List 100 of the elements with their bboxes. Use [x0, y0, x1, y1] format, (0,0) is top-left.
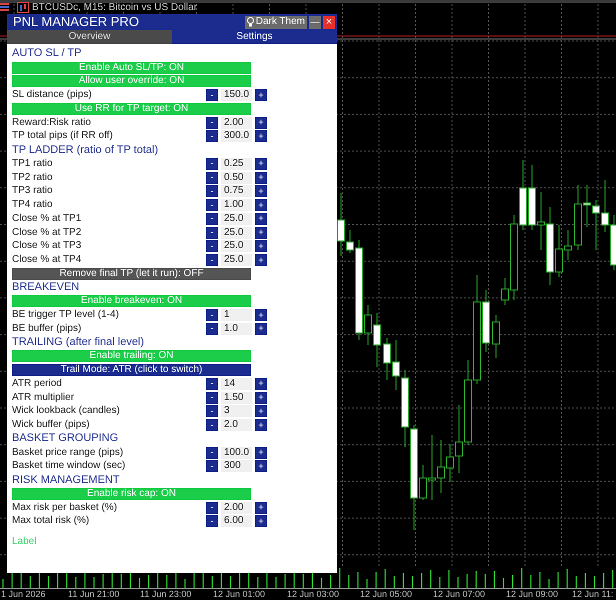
value-field[interactable]: 25.0 — [221, 212, 252, 225]
value-field[interactable]: 14 — [221, 378, 252, 390]
time-label: 12 Jun 07:00 — [433, 589, 486, 599]
decrement-button[interactable]: - — [206, 172, 218, 184]
increment-button[interactable]: + — [255, 130, 267, 142]
value-field[interactable]: 300 — [221, 460, 252, 472]
setting-label: TP3 ratio — [12, 185, 54, 198]
value-field[interactable]: 1.50 — [221, 392, 252, 404]
increment-button[interactable]: + — [255, 515, 267, 528]
theme-button[interactable]: Dark Them — [244, 16, 307, 28]
decrement-button[interactable]: - — [206, 158, 218, 170]
value-field[interactable]: 300.0 — [221, 130, 252, 142]
increment-button[interactable]: + — [255, 378, 267, 390]
increment-button[interactable]: + — [255, 254, 267, 266]
increment-button[interactable]: + — [255, 240, 267, 252]
increment-button[interactable]: + — [255, 172, 267, 184]
mode-button[interactable]: Trail Mode: ATR (click to switch) — [12, 364, 251, 376]
decrement-button[interactable]: - — [206, 309, 218, 322]
decrement-button[interactable]: - — [206, 130, 218, 142]
setting-label: Max risk per basket (%) — [12, 502, 118, 514]
setting-label: Close % at TP1 — [12, 212, 82, 225]
increment-button[interactable]: + — [255, 199, 267, 212]
section-heading: BREAKEVEN — [12, 281, 80, 294]
value-field[interactable]: 3 — [221, 405, 252, 418]
setting-label: Wick lookback (candles) — [12, 405, 121, 418]
section-heading: AUTO SL / TP — [12, 47, 82, 60]
time-label: 11 Jun 23:00 — [140, 589, 192, 599]
decrement-button[interactable]: - — [206, 322, 218, 335]
chart-icon[interactable] — [17, 2, 29, 13]
toggle-button[interactable]: Remove final TP (let it run): OFF — [12, 268, 251, 280]
value-field[interactable]: 1 — [221, 309, 252, 322]
setting-label: Reward:Risk ratio — [12, 116, 92, 129]
value-field[interactable]: 2.0 — [221, 419, 252, 432]
value-field[interactable]: 25.0 — [221, 240, 252, 252]
time-label: 12 Jun 09:00 — [506, 589, 558, 599]
value-field[interactable]: 0.75 — [221, 185, 252, 198]
decrement-button[interactable]: - — [206, 392, 218, 404]
section-heading: BASKET GROUPING — [12, 432, 118, 446]
decrement-button[interactable]: - — [206, 378, 218, 390]
setting-label: Close % at TP4 — [12, 254, 82, 266]
decrement-button[interactable]: - — [206, 446, 218, 459]
decrement-button[interactable]: - — [206, 212, 218, 225]
setting-label: TP total pips (if RR off) — [12, 130, 114, 142]
tab[interactable]: Overview — [7, 30, 172, 44]
decrement-button[interactable]: - — [206, 460, 218, 472]
increment-button[interactable]: + — [255, 392, 267, 404]
decrement-button[interactable]: - — [206, 89, 218, 102]
increment-button[interactable]: + — [255, 405, 267, 418]
section-heading: TP LADDER (ratio of TP total) — [12, 144, 158, 157]
menu-icon[interactable] — [0, 2, 9, 12]
bulb-icon — [246, 17, 254, 27]
decrement-button[interactable]: - — [206, 116, 218, 129]
increment-button[interactable]: + — [255, 419, 267, 432]
increment-button[interactable]: + — [255, 212, 267, 225]
section-heading: RISK MANAGEMENT — [12, 474, 120, 487]
decrement-button[interactable]: - — [206, 419, 218, 432]
increment-button[interactable]: + — [255, 460, 267, 472]
time-label: 12 Jun 03:00 — [287, 589, 340, 599]
decrement-button[interactable]: - — [206, 515, 218, 528]
setting-label: Close % at TP2 — [12, 226, 82, 239]
decrement-button[interactable]: - — [206, 240, 218, 252]
value-field[interactable]: 2.00 — [221, 116, 252, 129]
value-field[interactable]: 1.00 — [221, 199, 252, 212]
time-label: 1 Jun 2026 — [1, 589, 46, 599]
value-field[interactable]: 0.25 — [221, 158, 252, 170]
decrement-button[interactable]: - — [206, 405, 218, 418]
value-field[interactable]: 6.00 — [221, 515, 252, 528]
decrement-button[interactable]: - — [206, 226, 218, 239]
increment-button[interactable]: + — [255, 502, 267, 514]
minimize-button[interactable]: — — [309, 16, 321, 28]
value-field[interactable]: 150.0 — [221, 89, 252, 102]
increment-button[interactable]: + — [255, 158, 267, 170]
increment-button[interactable]: + — [255, 226, 267, 239]
increment-button[interactable]: + — [255, 116, 267, 129]
increment-button[interactable]: + — [255, 89, 267, 102]
decrement-button[interactable]: - — [206, 502, 218, 514]
value-field[interactable]: 2.00 — [221, 502, 252, 514]
value-field[interactable]: 25.0 — [221, 254, 252, 266]
value-field[interactable]: 1.0 — [221, 322, 252, 335]
value-field[interactable]: 0.50 — [221, 172, 252, 184]
value-field[interactable]: 100.0 — [221, 446, 252, 459]
setting-label: Basket time window (sec) — [12, 460, 126, 472]
candlestick — [492, 314, 500, 358]
value-field[interactable]: 25.0 — [221, 226, 252, 239]
setting-label: TP1 ratio — [12, 158, 54, 170]
decrement-button[interactable]: - — [206, 199, 218, 212]
section-heading: TRAILING (after final level) — [12, 336, 144, 350]
setting-label: Wick buffer (pips) — [12, 419, 91, 432]
increment-button[interactable]: + — [255, 446, 267, 459]
increment-button[interactable]: + — [255, 185, 267, 198]
setting-label: Close % at TP3 — [12, 240, 82, 252]
close-button[interactable]: × — [323, 16, 335, 28]
setting-label: Max total risk (%) — [12, 515, 90, 528]
increment-button[interactable]: + — [255, 322, 267, 335]
setting-label: SL distance (pips) — [12, 89, 93, 102]
decrement-button[interactable]: - — [206, 254, 218, 266]
decrement-button[interactable]: - — [206, 185, 218, 198]
increment-button[interactable]: + — [255, 309, 267, 322]
setting-label: BE trigger TP level (1-4) — [12, 309, 120, 322]
setting-label: TP2 ratio — [12, 172, 54, 184]
